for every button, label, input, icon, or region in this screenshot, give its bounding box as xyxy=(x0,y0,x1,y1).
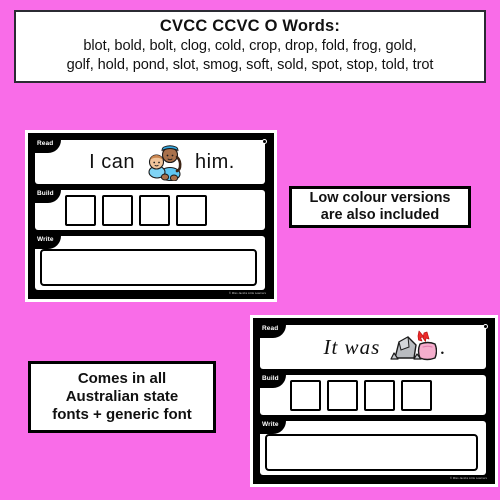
word-list-line-2: golf, hold, pond, slot, smog, soft, sold… xyxy=(66,57,434,74)
callout-low-colour-line-2: are also included xyxy=(320,207,440,223)
word-list-header: CVCC CCVC O Words: blot, bold, bolt, clo… xyxy=(14,10,486,83)
corner-dot-icon xyxy=(483,324,488,329)
build-letter-boxes xyxy=(65,190,259,230)
sentence-after-text: . xyxy=(440,334,447,359)
read-label: Read xyxy=(262,325,279,332)
worksheet-card-hold[interactable]: Read I can him. Build Write © Miss Jacob… xyxy=(25,130,277,302)
person-holding-baby-image xyxy=(144,143,186,182)
build-row: Build xyxy=(260,375,488,417)
letter-box[interactable] xyxy=(364,379,395,411)
sentence-after-text: him. xyxy=(195,150,235,173)
callout-low-colour-line-1: Low colour versions xyxy=(309,189,451,206)
letter-box[interactable] xyxy=(401,379,432,411)
write-answer-area[interactable] xyxy=(40,249,257,286)
read-row: Read I can him. xyxy=(35,140,267,186)
card-frame: Read It was . Build Write © Miss Jacobs … xyxy=(253,318,495,484)
build-letter-boxes xyxy=(290,375,480,415)
build-row: Build xyxy=(35,190,267,232)
read-label: Read xyxy=(37,140,54,147)
read-row: Read It was . xyxy=(260,325,488,371)
letter-box[interactable] xyxy=(290,379,321,411)
page-title: CVCC CCVC O Words: xyxy=(159,17,341,35)
callout-fonts-line-2: Australian state xyxy=(65,388,179,406)
callout-fonts: Comes in all Australian state fonts + ge… xyxy=(28,361,216,433)
word-list-line-1: blot, bold, bolt, clog, cold, crop, drop… xyxy=(83,38,417,55)
callout-fonts-line-3: fonts + generic font xyxy=(52,405,192,423)
rock-and-soft-pillow-image xyxy=(389,328,438,366)
credit-text: © Miss Jacobs Little Learners xyxy=(229,292,266,295)
letter-box[interactable] xyxy=(102,194,133,226)
build-label: Build xyxy=(262,375,279,382)
letter-box[interactable] xyxy=(176,194,207,226)
write-row: Write xyxy=(260,421,488,477)
sentence-before-text: It was xyxy=(323,334,381,359)
worksheet-card-soft[interactable]: Read It was . Build Write © Miss Jacobs … xyxy=(250,315,498,487)
write-answer-area[interactable] xyxy=(265,434,478,471)
credit-text: © Miss Jacobs Little Learners xyxy=(450,477,487,480)
build-label: Build xyxy=(37,190,54,197)
card-frame: Read I can him. Build Write © Miss Jacob… xyxy=(28,133,274,299)
callout-low-colour: Low colour versions are also included xyxy=(289,186,471,228)
write-label: Write xyxy=(37,236,54,243)
write-label: Write xyxy=(262,421,279,428)
read-sentence: I can him. xyxy=(63,140,261,184)
callout-fonts-line-1: Comes in all xyxy=(77,370,167,388)
letter-box[interactable] xyxy=(65,194,96,226)
read-sentence: It was . xyxy=(288,325,482,369)
sentence-before-text: I can xyxy=(89,150,136,173)
write-row: Write xyxy=(35,236,267,292)
letter-box[interactable] xyxy=(139,194,170,226)
letter-box[interactable] xyxy=(327,379,358,411)
corner-dot-icon xyxy=(262,139,267,144)
